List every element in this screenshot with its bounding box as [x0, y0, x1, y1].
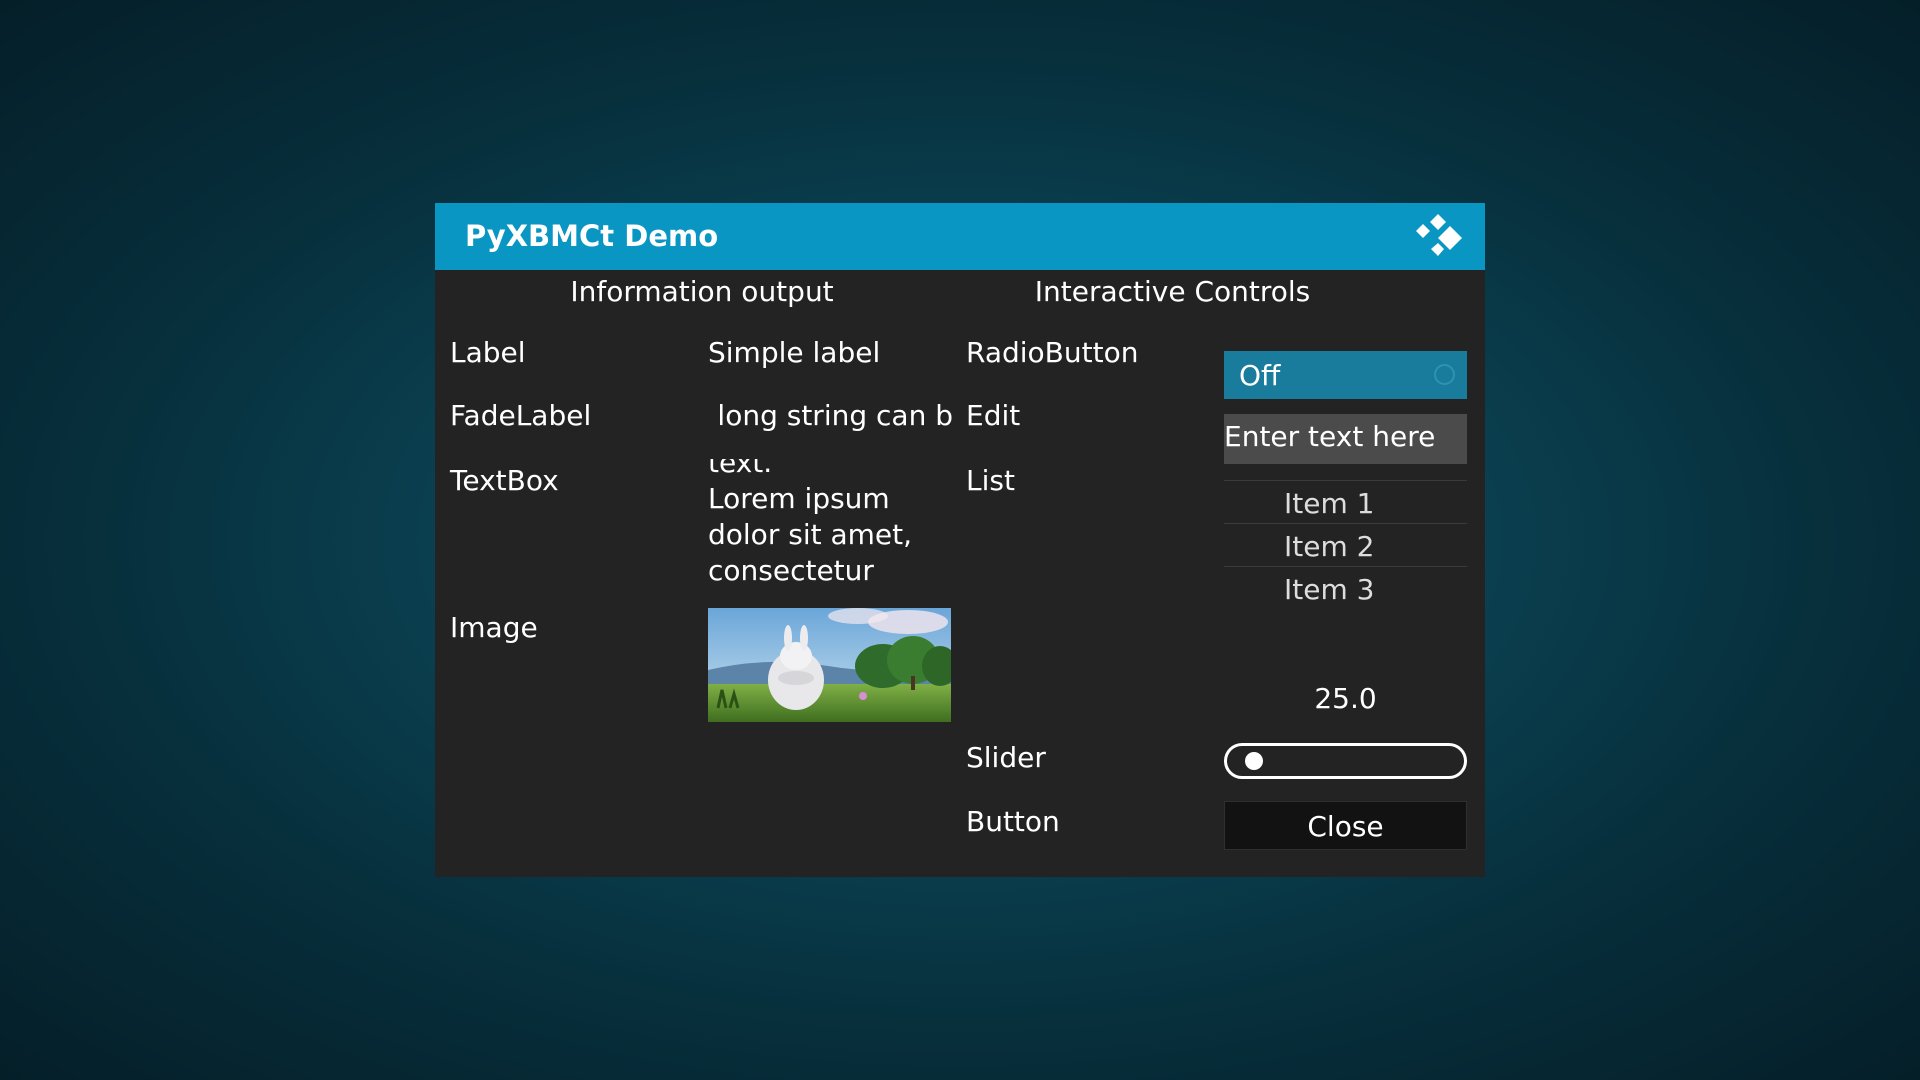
list-row-name: List: [966, 464, 1015, 497]
fadelabel-text: y long string can b: [708, 399, 953, 432]
interactive-controls-heading: Interactive Controls: [1034, 275, 1311, 308]
fadelabel-row-name: FadeLabel: [450, 399, 592, 432]
edit-field-text: Enter text here: [1224, 420, 1436, 453]
radiobutton-row-name: RadioButton: [966, 336, 1139, 369]
simple-label: Simple label: [708, 336, 881, 369]
slider-handle[interactable]: [1244, 752, 1263, 770]
dialog-title-bar: PyXBMCt Demo: [435, 203, 1485, 270]
radio-indicator-icon: [1434, 364, 1455, 385]
radio-button[interactable]: Off: [1224, 351, 1467, 399]
button-row-name: Button: [966, 805, 1060, 838]
info-output-heading: Information output: [570, 275, 834, 308]
edit-row-name: Edit: [966, 399, 1021, 432]
kodi-logo-icon: [1416, 214, 1462, 256]
demo-dialog: PyXBMCt Demo Information output Label Si…: [435, 203, 1485, 877]
slider-value-label: 25.0: [1314, 682, 1377, 715]
close-button[interactable]: Close: [1224, 801, 1467, 850]
list-item[interactable]: Item 2: [1224, 523, 1467, 566]
label-row-name: Label: [450, 336, 526, 369]
list-control: Item 1 Item 2 Item 3: [1224, 480, 1467, 609]
radio-button-state: Off: [1239, 359, 1281, 392]
dialog-title: PyXBMCt Demo: [465, 219, 719, 253]
big-buck-bunny-image: [708, 608, 951, 722]
textbox-text: Lorem ipsum dolor sit amet, consectetur: [708, 482, 913, 587]
textbox-row-name: TextBox: [450, 464, 559, 497]
image-row-name: Image: [450, 611, 538, 644]
slider-row-name: Slider: [966, 741, 1046, 774]
edit-field[interactable]: Enter text here: [1224, 414, 1467, 464]
list-item[interactable]: Item 3: [1224, 566, 1467, 609]
textbox-control: text. Lorem ipsum dolor sit amet, consec…: [708, 459, 953, 599]
textbox-clipped-line: text.: [708, 459, 773, 479]
fadelabel-control: y long string can b: [708, 396, 953, 436]
list-item[interactable]: Item 1: [1224, 480, 1467, 523]
slider-track[interactable]: [1224, 743, 1467, 779]
